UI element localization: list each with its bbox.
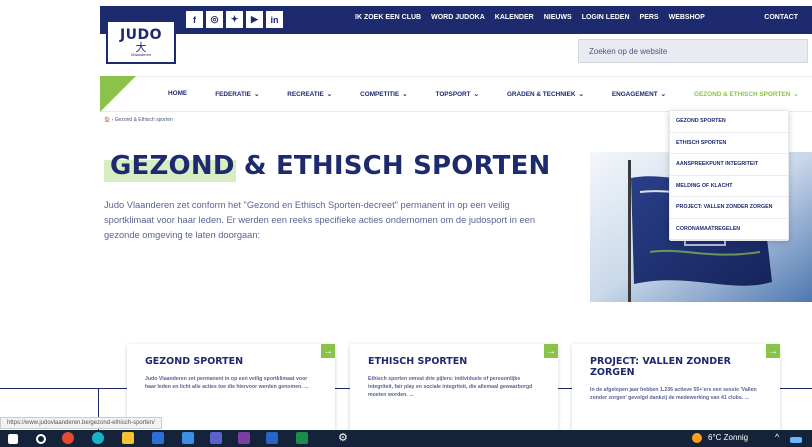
nav-item-topsport[interactable]: TOPSPORT ⌄ bbox=[436, 90, 479, 98]
chevron-down-icon: ⌄ bbox=[253, 91, 260, 98]
card-text: In de afgelopen jaar hebben 1.236 actiev… bbox=[590, 387, 757, 401]
status-bar-url: https://www.judovlaanderen.be/gezond-eth… bbox=[0, 417, 162, 429]
top-link-contact[interactable]: CONTACT bbox=[764, 14, 798, 21]
chevron-down-icon: ⌄ bbox=[578, 91, 584, 98]
chevron-down-icon: ⌄ bbox=[473, 91, 479, 98]
logo-word: JUDO bbox=[119, 27, 163, 43]
search-input[interactable]: Zoeken op de website bbox=[578, 39, 808, 63]
nav-item-label: FEDERATIE bbox=[215, 91, 251, 98]
arrow-right-icon[interactable]: → bbox=[766, 344, 780, 358]
card-text: Ethisch sporten omvat drie pijlers: indi… bbox=[368, 376, 533, 398]
top-link-nieuws[interactable]: NIEUWS bbox=[539, 14, 577, 21]
card-title: GEZOND SPORTEN bbox=[145, 356, 244, 367]
twitter-icon[interactable]: ✦ bbox=[226, 11, 243, 28]
dropdown-item-coronamaatregelen[interactable]: CORONAMAATREGELEN bbox=[670, 219, 788, 241]
card-ethisch-sporten[interactable]: → ETHISCH SPORTEN Ethisch sporten omvat … bbox=[350, 344, 558, 434]
judo-vlaanderen-logo[interactable]: JUDO 大 Vlaanderen bbox=[106, 20, 176, 64]
nav-item-home[interactable]: HOME bbox=[168, 90, 187, 98]
top-links: IK ZOEK EEN CLUB WORD JUDOKA KALENDER NI… bbox=[350, 14, 710, 21]
chrome-icon[interactable] bbox=[62, 432, 74, 444]
youtube-icon[interactable]: ▶ bbox=[246, 11, 263, 28]
facebook-icon[interactable]: f bbox=[186, 11, 203, 28]
page-title: GEZOND & ETHISCH SPORTEN bbox=[110, 151, 551, 181]
gezond-ethisch-dropdown: GEZOND SPORTEN ETHISCH SPORTEN AANSPREEK… bbox=[669, 110, 789, 241]
nav-item-label: HOME bbox=[168, 90, 188, 97]
card-title: ETHISCH SPORTEN bbox=[368, 356, 468, 367]
weather-sun-icon bbox=[692, 433, 702, 443]
weather-text[interactable]: 6°C Zonnig bbox=[708, 433, 748, 442]
card-vallen-zonder-zorgen[interactable]: → PROJECT: VALLEN ZONDER ZORGEN In de af… bbox=[572, 344, 780, 434]
search-icon[interactable] bbox=[36, 434, 46, 444]
linkedin-icon[interactable]: in bbox=[266, 11, 283, 28]
onenote-icon[interactable] bbox=[238, 432, 250, 444]
nav-item-federatie[interactable]: FEDERATIE ⌄ bbox=[215, 90, 259, 98]
chevron-down-icon: ⌄ bbox=[660, 91, 666, 98]
arrow-right-icon[interactable]: → bbox=[321, 344, 335, 358]
arrow-right-icon[interactable]: → bbox=[544, 344, 558, 358]
nav-item-label: COMPETITIE bbox=[360, 91, 400, 98]
page-intro: Judo Vlaanderen zet conform het "Gezond … bbox=[104, 200, 535, 240]
excel-icon[interactable] bbox=[296, 432, 308, 444]
dropdown-item-aanspreekpunt[interactable]: AANSPREEKPUNT INTEGRITEIT bbox=[670, 154, 788, 176]
dropdown-item-melding-klacht[interactable]: MELDING OF KLACHT bbox=[670, 176, 788, 198]
nav-item-label: GRADEN & TECHNIEK bbox=[506, 91, 576, 98]
nav-item-recreatie[interactable]: RECREATIE ⌄ bbox=[287, 90, 332, 98]
nav-item-label: TOPSPORT bbox=[435, 91, 471, 98]
settings-icon[interactable]: ⚙ bbox=[338, 431, 350, 444]
nav-item-label: GEZOND & ETHISCH SPORTEN bbox=[694, 91, 791, 98]
breadcrumb[interactable]: 🏠 › Gezond & Ethisch sporten bbox=[104, 117, 173, 123]
nav-item-gezond-ethisch[interactable]: GEZOND & ETHISCH SPORTEN ⌄ bbox=[694, 90, 799, 98]
dropdown-item-ethisch-sporten[interactable]: ETHISCH SPORTEN bbox=[670, 133, 788, 155]
network-icon[interactable] bbox=[790, 437, 802, 443]
windows-icon[interactable] bbox=[8, 434, 18, 444]
main-nav-items: HOME FEDERATIE ⌄ RECREATIE ⌄ COMPETITIE ⌄ T… bbox=[168, 90, 812, 98]
browser-viewport: JUDO 大 Vlaanderen f ◎ ✦ ▶ in IK ZOEK EEN… bbox=[0, 0, 812, 447]
instagram-icon[interactable]: ◎ bbox=[206, 11, 223, 28]
nav-item-engagement[interactable]: ENGAGEMENT ⌄ bbox=[612, 90, 666, 98]
top-link-webshop[interactable]: WEBSHOP bbox=[664, 14, 710, 21]
edge-icon[interactable] bbox=[92, 432, 104, 444]
top-link-login-leden[interactable]: LOGIN LEDEN bbox=[577, 14, 635, 21]
card-title: PROJECT: VALLEN ZONDER ZORGEN bbox=[590, 356, 731, 378]
nav-item-competitie[interactable]: COMPETITIE ⌄ bbox=[360, 90, 407, 98]
file-explorer-icon[interactable] bbox=[122, 432, 134, 444]
mail-icon[interactable] bbox=[182, 432, 194, 444]
dropdown-item-gezond-sporten[interactable]: GEZOND SPORTEN bbox=[670, 111, 788, 133]
nav-accent-triangle bbox=[100, 76, 136, 112]
chevron-down-icon: ⌄ bbox=[793, 91, 799, 98]
dropdown-item-vallen-zonder-zorgen[interactable]: PROJECT: VALLEN ZONDER ZORGEN bbox=[670, 197, 788, 219]
nav-item-label: ENGAGEMENT bbox=[611, 91, 658, 98]
nav-item-graden-techniek[interactable]: GRADEN & TECHNIEK ⌄ bbox=[507, 90, 584, 98]
logo-sub: Vlaanderen bbox=[130, 52, 152, 57]
store-icon[interactable] bbox=[152, 432, 164, 444]
card-text: Judo Vlaanderen zet permanent in op een … bbox=[145, 376, 309, 390]
nav-item-label: RECREATIE bbox=[287, 91, 324, 98]
chevron-down-icon: ⌄ bbox=[326, 91, 333, 98]
chevron-up-icon[interactable]: ^ bbox=[775, 432, 787, 444]
top-link-pers[interactable]: PERS bbox=[635, 14, 664, 21]
chevron-down-icon: ⌄ bbox=[402, 91, 408, 98]
social-links: f ◎ ✦ ▶ in bbox=[186, 11, 283, 28]
word-icon[interactable] bbox=[266, 432, 278, 444]
top-link-zoek-club[interactable]: IK ZOEK EEN CLUB bbox=[350, 14, 426, 21]
top-link-word-judoka[interactable]: WORD JUDOKA bbox=[426, 14, 490, 21]
top-link-kalender[interactable]: KALENDER bbox=[490, 14, 539, 21]
teams-icon[interactable] bbox=[210, 432, 222, 444]
